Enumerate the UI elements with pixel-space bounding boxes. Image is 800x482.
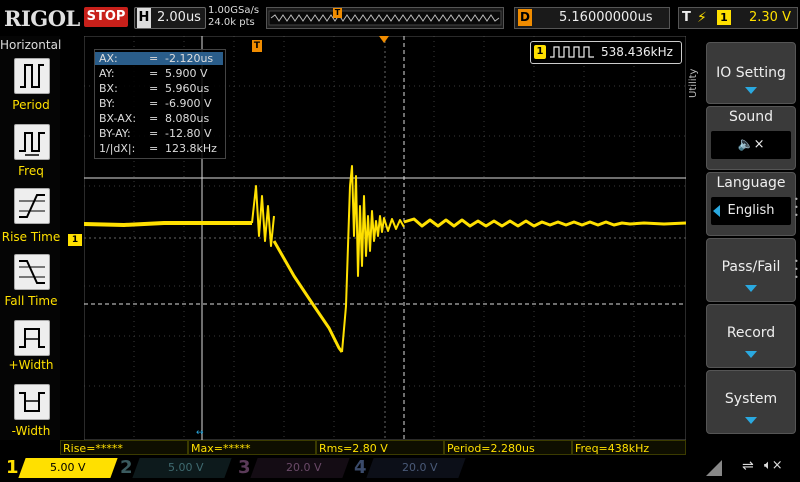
rise-time-label: Rise Time	[1, 230, 61, 244]
memory-waveform-overview	[268, 10, 502, 26]
frequency-counter[interactable]: 1 538.436kHz	[530, 41, 682, 64]
trigger-letter: T	[682, 10, 691, 25]
chevron-left-icon	[713, 205, 720, 217]
rise-time-icon	[19, 194, 45, 218]
record-menu[interactable]: Record	[706, 304, 796, 368]
trigger-level-value: 2.30 V	[749, 10, 791, 25]
trigger-box[interactable]: T ⚡︎ 1 2.30 V	[678, 7, 798, 29]
delay-value: 5.16000000us	[559, 10, 653, 25]
horizontal-letter: H	[137, 8, 151, 28]
language-label: Language	[716, 175, 786, 191]
cursor-a-position-marker: ↔	[196, 428, 204, 438]
pos-width-button[interactable]	[14, 320, 50, 356]
pos-width-icon	[19, 328, 45, 348]
sample-rate: 1.00GSa/s	[208, 5, 260, 16]
horizontal-position-marker	[379, 36, 389, 43]
square-wave-icon	[550, 46, 594, 58]
channel2-tab[interactable]: 5.00 V	[132, 458, 232, 478]
trigger-position-marker: T	[333, 8, 342, 18]
period-button[interactable]	[14, 58, 50, 94]
speaker-muted-icon: 🔈︎×	[764, 458, 783, 473]
io-setting-label: IO Setting	[716, 65, 786, 81]
freq-label: Freq	[18, 164, 44, 178]
pos-width-label: +Width	[8, 358, 54, 372]
memory-overview-bar[interactable]: T	[266, 7, 504, 29]
scroll-dots-icon: • • •	[794, 195, 799, 220]
brand-logo: RIGOL	[4, 6, 80, 31]
horizontal-scale-box[interactable]: H 2.00us	[134, 7, 206, 29]
chevron-down-icon	[745, 351, 757, 358]
chevron-down-icon	[745, 417, 757, 424]
fall-time-icon	[19, 260, 45, 284]
record-label: Record	[726, 325, 776, 341]
acquisition-info: 1.00GSa/s 24.0k pts	[208, 5, 259, 29]
network-icon	[704, 458, 724, 478]
channel3-tab[interactable]: 20.0 V	[250, 458, 350, 478]
channel4-number: 4	[354, 457, 367, 478]
trigger-time-marker[interactable]: T	[252, 40, 262, 52]
channel1-scale: 5.00 V	[50, 461, 86, 474]
neg-width-label: -Width	[11, 424, 51, 438]
channel1-number: 1	[6, 457, 19, 478]
pass-fail-menu[interactable]: Pass/Fail	[706, 238, 796, 302]
left-panel-title: Horizontal	[0, 38, 62, 52]
channel4-tab[interactable]: 20.0 V	[366, 458, 466, 478]
channel3-number: 3	[238, 457, 251, 478]
scroll-dots-icon: • • •	[794, 257, 799, 282]
trigger-edge-icon: ⚡︎	[697, 10, 707, 26]
period-label: Period	[12, 98, 50, 112]
measurement-rms[interactable]: Rms=2.80 V	[316, 440, 444, 455]
run-stop-status[interactable]: STOP	[84, 7, 128, 27]
io-setting-menu[interactable]: IO Setting	[706, 42, 796, 104]
measurement-max[interactable]: Max=*****	[188, 440, 316, 455]
channel1-offset-marker[interactable]: 1	[68, 234, 82, 246]
counter-value: 538.436kHz	[601, 45, 673, 59]
counter-channel: 1	[534, 45, 546, 59]
channel2-number: 2	[120, 457, 133, 478]
system-label: System	[724, 391, 778, 407]
freq-icon	[19, 132, 45, 156]
horizontal-scale-value: 2.00us	[157, 10, 201, 25]
channel2-scale: 5.00 V	[168, 461, 204, 474]
neg-width-icon	[19, 392, 45, 412]
rise-time-button[interactable]	[14, 188, 50, 224]
cursor-readout-row: AX: = -2.120us	[95, 52, 223, 65]
measurement-freq[interactable]: Freq=438kHz	[572, 440, 686, 455]
delay-box[interactable]: D 5.16000000us	[514, 7, 670, 29]
delay-letter: D	[518, 9, 532, 26]
measurement-rise[interactable]: Rise=*****	[60, 440, 188, 455]
trigger-source-channel: 1	[717, 10, 731, 25]
sound-muted-icon: 🔈×	[711, 131, 791, 159]
measurement-period[interactable]: Period=2.280us	[444, 440, 572, 455]
fall-time-button[interactable]	[14, 254, 50, 290]
system-menu[interactable]: System	[706, 370, 796, 434]
freq-button[interactable]	[14, 124, 50, 160]
sound-label: Sound	[728, 109, 774, 125]
memory-depth: 24.0k pts	[208, 17, 255, 28]
neg-width-button[interactable]	[14, 384, 50, 420]
chevron-down-icon	[745, 285, 757, 292]
cursor-readout-panel: AX: = -2.120us AY: = 5.900 V BX: = 5.960us BY:…	[94, 49, 226, 159]
pass-fail-label: Pass/Fail	[721, 259, 781, 275]
usb-icon: ⇌	[742, 458, 754, 474]
sound-menu[interactable]: Sound 🔈×	[706, 106, 796, 170]
language-menu[interactable]: Language English	[706, 172, 796, 236]
fall-time-label: Fall Time	[4, 294, 58, 308]
channel4-scale: 20.0 V	[402, 461, 438, 474]
channel3-scale: 20.0 V	[286, 461, 322, 474]
chevron-down-icon	[745, 87, 757, 94]
language-value: English	[711, 197, 791, 225]
channel1-tab[interactable]: 5.00 V	[18, 458, 118, 478]
period-icon	[20, 64, 44, 88]
utility-menu-title: Utility	[688, 68, 699, 98]
